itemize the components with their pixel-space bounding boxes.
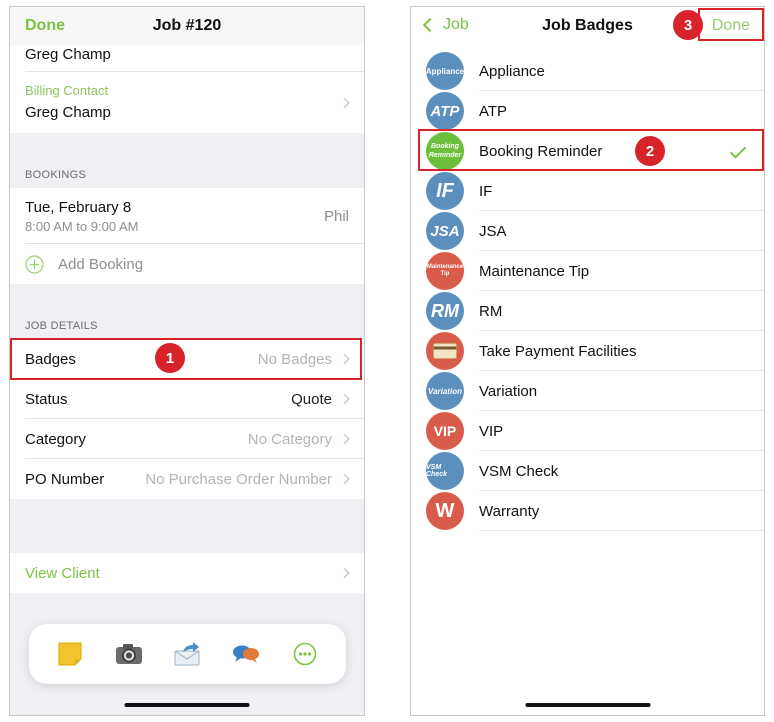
po-number-row[interactable]: PO Number No Purchase Order Number	[10, 459, 364, 499]
chevron-right-icon	[339, 97, 350, 108]
callout-2: 2	[635, 136, 665, 166]
badge-label: Maintenance Tip	[479, 262, 590, 280]
nav-bar: Done Job #120	[10, 7, 364, 45]
contact-name: Greg Champ	[25, 46, 111, 63]
plus-circle-icon	[25, 255, 44, 274]
booking-person: Phil	[323, 208, 349, 225]
warranty-icon: W	[426, 492, 464, 530]
badge-label: VIP	[479, 422, 504, 440]
add-booking-label: Add Booking	[58, 255, 144, 273]
page-title: Job #120	[152, 17, 222, 34]
variation-icon: Variation	[426, 372, 464, 410]
share-icon[interactable]	[170, 637, 204, 671]
job-details-header: JOB DETAILS	[25, 320, 98, 332]
back-label: Job	[443, 16, 469, 33]
jsa-icon: JSA	[426, 212, 464, 250]
badge-label: IF	[479, 182, 493, 200]
list-item[interactable]: Take Payment Facilities	[411, 331, 764, 371]
view-client-group: View Client	[10, 553, 364, 593]
home-indicator	[124, 703, 250, 707]
billing-contact-name: Greg Champ	[25, 104, 111, 121]
vip-icon: VIP	[426, 412, 464, 450]
badge-label: ATP	[479, 102, 508, 120]
booking-time: 8:00 AM to 9:00 AM	[25, 219, 139, 234]
bookings-header: BOOKINGS	[25, 169, 87, 181]
callout-1: 1	[155, 343, 185, 373]
view-client-row[interactable]: View Client	[10, 553, 364, 593]
status-row[interactable]: Status Quote	[10, 379, 364, 419]
list-item[interactable]: Appliance Appliance	[411, 51, 764, 91]
badge-label: Appliance	[479, 62, 545, 80]
booking-row[interactable]: Tue, February 8 8:00 AM to 9:00 AM Phil	[10, 188, 364, 244]
billing-contact-row[interactable]: Billing Contact Greg Champ	[10, 72, 364, 133]
more-icon[interactable]	[288, 637, 322, 671]
status-value: Quote	[291, 390, 332, 408]
list-item[interactable]: RM RM	[411, 291, 764, 331]
contact-group: Greg Champ Billing Contact Greg Champ	[10, 45, 364, 133]
badge-label: Variation	[479, 382, 538, 400]
badge-label: Take Payment Facilities	[479, 342, 637, 360]
chevron-right-icon	[339, 474, 350, 484]
booking-reminder-highlight	[418, 129, 764, 171]
badge-label: RM	[479, 302, 503, 320]
camera-icon[interactable]	[112, 637, 146, 671]
home-indicator	[525, 703, 650, 707]
credit-card-icon	[426, 332, 464, 370]
list-item[interactable]: VSM Check VSM Check	[411, 451, 764, 491]
list-item[interactable]: Variation Variation	[411, 371, 764, 411]
view-client-label: View Client	[25, 564, 100, 582]
list-item[interactable]: JSA JSA	[411, 211, 764, 251]
chevron-right-icon	[339, 394, 350, 404]
back-button[interactable]: Job	[419, 16, 469, 34]
chevron-left-icon	[422, 17, 438, 33]
done-button[interactable]: Done	[25, 17, 65, 35]
booking-date: Tue, February 8	[25, 199, 132, 216]
category-row[interactable]: Category No Category	[10, 419, 364, 459]
status-label: Status	[25, 390, 68, 408]
list-item[interactable]: VIP VIP	[411, 411, 764, 451]
chevron-right-icon	[339, 568, 350, 578]
po-number-label: PO Number	[25, 470, 105, 488]
add-booking-row[interactable]: Add Booking	[10, 244, 364, 284]
action-toolbar	[29, 624, 346, 684]
page-title: Job Badges	[542, 17, 633, 34]
job-badges-screen: Job Job Badges Done Appliance Appliance …	[410, 6, 765, 716]
chevron-right-icon	[339, 434, 350, 444]
appliance-icon: Appliance	[426, 52, 464, 90]
badge-label: VSM Check	[479, 462, 559, 480]
list-item[interactable]: Maintenance Tip Maintenance Tip	[411, 251, 764, 291]
atp-icon: ATP	[426, 92, 464, 130]
list-item[interactable]: W Warranty	[411, 491, 764, 531]
chat-icon[interactable]	[229, 637, 263, 671]
badge-label: JSA	[479, 222, 507, 240]
maintenance-tip-icon: Maintenance Tip	[426, 252, 464, 290]
vsm-check-icon: VSM Check	[426, 452, 464, 490]
badges-highlight	[10, 338, 362, 380]
callout-3: 3	[673, 10, 703, 40]
if-icon: IF	[426, 172, 464, 210]
billing-contact-label: Billing Contact	[25, 83, 109, 98]
po-number-value: No Purchase Order Number	[145, 470, 332, 488]
list-item[interactable]: ATP ATP	[411, 91, 764, 131]
note-icon[interactable]	[53, 637, 87, 671]
done-highlight	[698, 8, 764, 41]
badge-label: Warranty	[479, 502, 540, 520]
bookings-group: Tue, February 8 8:00 AM to 9:00 AM Phil …	[10, 188, 364, 284]
category-label: Category	[25, 430, 86, 448]
category-value: No Category	[247, 430, 332, 448]
list-item[interactable]: IF IF	[411, 171, 764, 211]
rm-icon: RM	[426, 292, 464, 330]
